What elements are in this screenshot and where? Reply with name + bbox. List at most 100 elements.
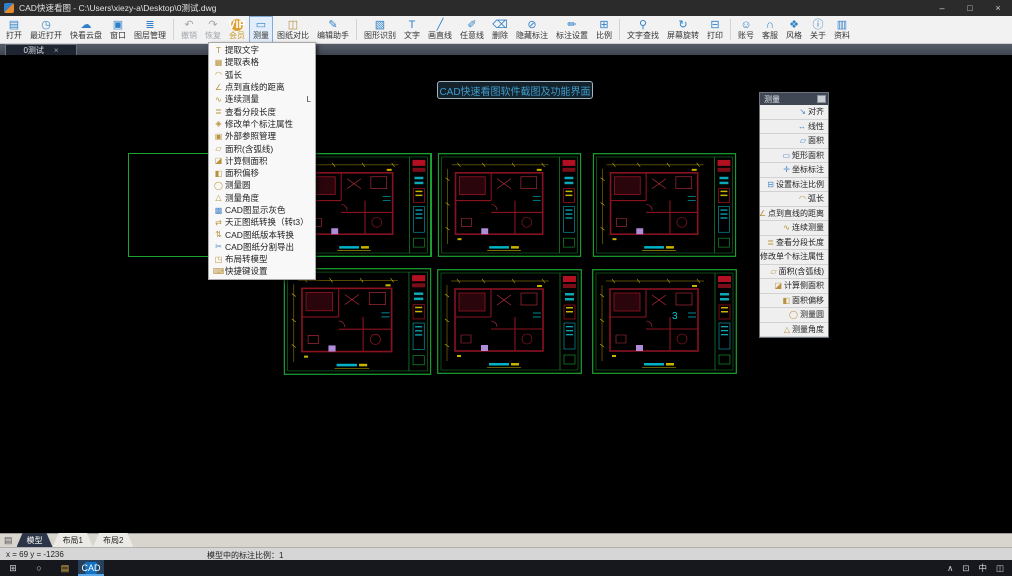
menu-segment-length[interactable]: ≣ 查看分段长度	[209, 105, 315, 117]
toolbar-account[interactable]: ☺ 账号	[734, 16, 758, 43]
layout-tab-model[interactable]: 模型	[17, 533, 53, 547]
menu-measure-circle[interactable]: ◯ 测量圆	[209, 179, 315, 191]
panel-area-offset-label: 面积偏移	[792, 295, 824, 306]
doc-tab-close-icon[interactable]: ×	[54, 46, 59, 55]
menu-point-line-distance[interactable]: ∠ 点到直线的距离	[209, 81, 315, 93]
doc-tab-0test[interactable]: 0测试 ×	[5, 44, 77, 55]
panel-point-line-distance[interactable]: ∠ 点到直线的距离	[760, 207, 828, 222]
toolbar-drawing-compare[interactable]: ◫ 图纸对比	[273, 16, 313, 43]
menu-split-export[interactable]: ✂ CAD图纸分割导出	[209, 241, 315, 253]
panel-point-line-distance-label: 点到直线的距离	[768, 208, 824, 219]
menu-extract-table[interactable]: ▦ 提取表格	[209, 56, 315, 68]
tray-input-method[interactable]: 中	[978, 562, 987, 574]
panel-area[interactable]: ▱ 面积	[760, 134, 828, 149]
toolbar-free-line-label: 任意线	[460, 31, 484, 40]
toolbar-redo[interactable]: ↷ 恢复	[201, 16, 225, 43]
toolbar-hide-annotations[interactable]: ⊘ 隐藏标注	[512, 16, 552, 43]
toolbar-free-line[interactable]: ✐ 任意线	[456, 16, 488, 43]
search-button[interactable]: ○	[26, 560, 52, 576]
toolbar-text[interactable]: T 文字	[400, 16, 424, 43]
panel-coordinate[interactable]: ✛ 坐标标注	[760, 163, 828, 178]
toolbar-text-search[interactable]: ⚲ 文字查找	[623, 16, 663, 43]
toolbar-annotation-settings-label: 标注设置	[556, 31, 588, 40]
panel-collapse-button[interactable]	[817, 95, 826, 103]
account-icon: ☺	[740, 19, 751, 31]
tray-display[interactable]: ⊡	[962, 563, 969, 574]
toolbar-layer-manager[interactable]: ≣ 图层管理	[130, 16, 170, 43]
layout-tab-1[interactable]: 布局1	[53, 533, 93, 547]
toolbar-measure[interactable]: ▭ 测量	[249, 16, 273, 43]
file-explorer-button[interactable]: ▤	[52, 560, 78, 576]
menu-measure-angle[interactable]: △ 测量角度	[209, 192, 315, 204]
maximize-button[interactable]: □	[956, 0, 984, 16]
panel-rect-area[interactable]: ▭ 矩形面积	[760, 149, 828, 164]
menu-arc-length-label: 弧长	[225, 69, 242, 81]
menu-side-area-label: 计算侧面积	[225, 155, 268, 167]
panel-side-area-label: 计算侧面积	[784, 280, 824, 291]
menu-cad-gray[interactable]: ▩ CAD图显示灰色	[209, 204, 315, 216]
open-folder-icon: ▤	[9, 19, 19, 31]
toolbar-delete[interactable]: ⌫ 删除	[488, 16, 512, 43]
panel-measure-circle[interactable]: ◯ 测量圆	[760, 308, 828, 323]
toolbar-open[interactable]: ▤ 打开	[2, 16, 26, 43]
drawing-canvas[interactable]: CAD快速看图软件截图及功能界面 3	[0, 55, 1012, 533]
toolbar-vip[interactable]: VIP 会员	[225, 16, 249, 43]
toolbar-style[interactable]: ❖ 风格	[782, 16, 806, 43]
menu-area-offset[interactable]: ◧ 面积偏移	[209, 167, 315, 179]
hide-annotation-icon: ⊘	[527, 19, 536, 31]
toolbar-draw-line[interactable]: ╱ 画直线	[424, 16, 456, 43]
toolbar-undo[interactable]: ↶ 撤销	[177, 16, 201, 43]
toolbar-shape-recognition[interactable]: ▧ 图形识别	[360, 16, 400, 43]
menu-xref-manager-label: 外部参照管理	[225, 130, 276, 142]
panel-continuous-measure[interactable]: ∿ 连续测量	[760, 221, 828, 236]
measure-panel-titlebar[interactable]: 测量	[760, 93, 828, 105]
toolbar-window[interactable]: ▣ 窗口	[106, 16, 130, 43]
panel-set-scale[interactable]: ⊟ 设置标注比例	[760, 178, 828, 193]
menu-layout-to-model[interactable]: ◳ 布局转模型	[209, 253, 315, 265]
toolbar-undo-label: 撤销	[181, 31, 197, 40]
panel-area-with-arc[interactable]: ▱ 面积(含弧线)	[760, 265, 828, 280]
toolbar-resources[interactable]: ▥ 资料	[830, 16, 854, 43]
panel-align[interactable]: ↘ 对齐	[760, 105, 828, 120]
menu-t3-convert[interactable]: ⇄ 天正图纸转换（转t3）	[209, 216, 315, 228]
menu-version-convert[interactable]: ⇅ CAD图纸版本转换	[209, 228, 315, 240]
panel-area-offset[interactable]: ◧ 面积偏移	[760, 294, 828, 309]
toolbar-recent-open[interactable]: ◷ 最近打开	[26, 16, 66, 43]
menu-segment-length-label: 查看分段长度	[225, 106, 276, 118]
layout-tab-2[interactable]: 布局2	[93, 533, 133, 547]
toolbar-support[interactable]: ∩ 客服	[758, 16, 782, 43]
menu-extract-text[interactable]: T 提取文字	[209, 44, 315, 56]
panel-segment-length[interactable]: ≣ 查看分段长度	[760, 236, 828, 251]
menu-xref-manager[interactable]: ▣ 外部参照管理	[209, 130, 315, 142]
close-button[interactable]: ×	[984, 0, 1012, 16]
minimize-button[interactable]: –	[928, 0, 956, 16]
start-button[interactable]: ⊞	[0, 560, 26, 576]
toolbar-scale[interactable]: ⊞ 比例	[592, 16, 616, 43]
menu-area-offset-label: 面积偏移	[225, 167, 259, 179]
tray-misc[interactable]: ◫	[996, 563, 1004, 574]
toolbar-about[interactable]: ⓘ 关于	[806, 16, 830, 43]
layout-strip-icon: ▤	[4, 535, 13, 546]
menu-side-area[interactable]: ◪ 计算侧面积	[209, 155, 315, 167]
panel-arc-length[interactable]: ◠ 弧长	[760, 192, 828, 207]
menu-hotkey-settings[interactable]: ⌨ 快捷键设置	[209, 265, 315, 277]
toolbar-cloud-drive[interactable]: ☁ 快看云盘	[66, 16, 106, 43]
menu-area-with-arc[interactable]: ▱ 面积(含弧线)	[209, 142, 315, 154]
cad-app-button[interactable]: CAD	[78, 560, 104, 576]
menu-continuous-measure[interactable]: ∿ 连续测量 L	[209, 93, 315, 105]
floor-plan-6	[592, 268, 737, 375]
printer-icon: ⊟	[710, 19, 719, 31]
panel-side-area[interactable]: ◪ 计算侧面积	[760, 279, 828, 294]
toolbar-edit-assistant[interactable]: ✎ 编辑助手	[313, 16, 353, 43]
panel-measure-angle[interactable]: △ 测量角度	[760, 323, 828, 338]
menu-arc-length[interactable]: ◠ 弧长	[209, 69, 315, 81]
panel-modify-annotation[interactable]: ◈ 修改单个标注属性	[760, 250, 828, 265]
toolbar-separator	[356, 19, 357, 40]
toolbar-print[interactable]: ⊟ 打印	[703, 16, 727, 43]
toolbar-screen-rotate[interactable]: ↻ 屏幕旋转	[663, 16, 703, 43]
menu-modify-annotation[interactable]: ◈ 修改单个标注属性	[209, 118, 315, 130]
tray-show-hidden[interactable]: ∧	[947, 563, 953, 574]
input-method-icon: 中	[978, 563, 987, 573]
panel-linear[interactable]: ↔ 线性	[760, 120, 828, 135]
toolbar-annotation-settings[interactable]: ✏ 标注设置	[552, 16, 592, 43]
